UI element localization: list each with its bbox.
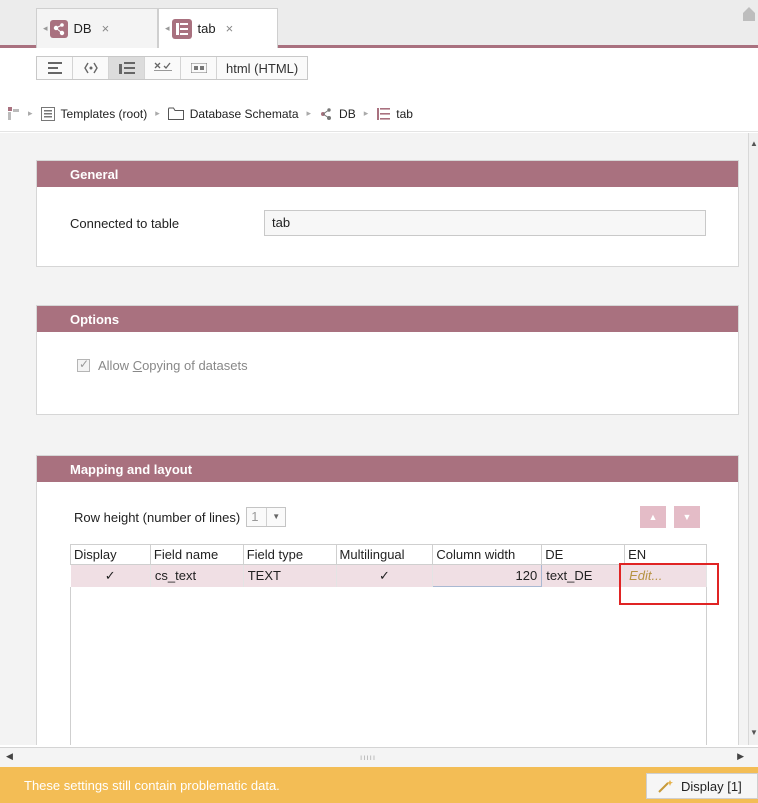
close-icon[interactable]: × [226, 21, 234, 36]
breadcrumb: ▸ Templates (root) ▸ Database Schemata ▸… [0, 96, 758, 132]
close-icon[interactable]: × [102, 21, 110, 36]
row-height-select[interactable]: 1 ▼ [246, 507, 287, 527]
field-name-cell: cs_text [150, 564, 244, 587]
breadcrumb-label: tab [396, 106, 413, 121]
checks-view-icon [153, 62, 172, 71]
chevron-right-icon: ▸ [306, 108, 312, 118]
arrow-down-icon: ▼ [682, 512, 692, 522]
allow-copying-label: Allow Copying of datasets [98, 358, 248, 373]
table-row[interactable]: ✓ cs_text TEXT ✓ 120 text_DE Edit... [70, 564, 707, 587]
panel-title: Options [37, 306, 738, 332]
de-label-cell[interactable]: text_DE [541, 564, 626, 587]
checkmark-icon: ✓ [79, 357, 90, 371]
row-height-control: Row height (number of lines) 1 ▼ [74, 507, 287, 527]
breadcrumb-label: Templates (root) [60, 106, 148, 121]
column-header-multilingual[interactable]: Multilingual [335, 544, 434, 565]
move-down-button[interactable]: ▼ [674, 506, 700, 528]
breadcrumb-item-database-schemata[interactable]: Database Schemata [167, 106, 299, 121]
column-header-en[interactable]: EN [624, 544, 707, 565]
display-checkbox[interactable]: ✓ [70, 564, 151, 587]
allow-copying-checkbox[interactable]: ✓ [77, 357, 90, 372]
tab-nav-left-icon: ◂ [165, 23, 170, 33]
scroll-grip-icon[interactable]: ııııı [360, 753, 376, 762]
row-height-label: Row height (number of lines) [74, 509, 241, 525]
view-toolbar: html (HTML) [36, 56, 309, 80]
column-header-column-width[interactable]: Column width [432, 544, 543, 565]
list-view-icon [47, 62, 62, 74]
tab-bar: ◂ DB × ◂ tab × [0, 0, 758, 48]
preview-view-icon [190, 63, 207, 73]
chevron-right-icon: ▸ [28, 108, 33, 118]
view-list-button[interactable] [37, 57, 73, 79]
table-empty-area [70, 586, 707, 745]
connected-table-label: Connected to table [70, 215, 180, 231]
move-up-button[interactable]: ▲ [640, 506, 666, 528]
chevron-down-icon[interactable]: ▼ [267, 508, 285, 526]
breadcrumb-root-icon[interactable] [8, 106, 20, 121]
breadcrumb-label: DB [339, 106, 356, 121]
connected-table-row: Connected to table tab [70, 210, 706, 236]
tab-nav-left-icon: ◂ [43, 23, 48, 33]
arrow-up-icon: ▲ [648, 512, 658, 522]
view-structure-button[interactable] [73, 57, 109, 79]
row-height-value: 1 [247, 508, 268, 526]
breadcrumb-label: Database Schemata [189, 106, 299, 121]
breadcrumb-item-templates[interactable]: Templates (root) [40, 106, 148, 121]
multilingual-checkbox[interactable]: ✓ [336, 564, 434, 587]
scroll-left-icon[interactable]: ◀ [6, 751, 13, 762]
general-panel: General Connected to table tab [36, 160, 739, 267]
folder-icon [167, 107, 184, 120]
tab-db-label: DB [73, 21, 92, 36]
column-header-field-type[interactable]: Field type [242, 544, 337, 565]
field-type-cell: TEXT [243, 564, 337, 587]
view-html-button[interactable]: html (HTML) [217, 57, 307, 79]
column-header-de[interactable]: DE [541, 544, 626, 565]
options-panel: Options ✓ Allow Copying of datasets [36, 305, 739, 415]
connected-table-field[interactable]: tab [264, 210, 706, 236]
table-empty-cell [70, 586, 707, 745]
status-bar: These settings still contain problematic… [0, 767, 758, 803]
scroll-up-icon[interactable]: ▲ [750, 139, 758, 148]
table-header-row: Display Field name Field type Multilingu… [70, 544, 707, 565]
chevron-right-icon: ▸ [155, 108, 160, 118]
tab-db[interactable]: ◂ DB × [36, 8, 158, 48]
structure-view-icon [83, 62, 98, 74]
vertical-scrollbar[interactable]: ▲ ▼ [748, 133, 758, 745]
column-header-display[interactable]: Display [70, 544, 151, 565]
table-icon [377, 107, 391, 120]
panel-title: Mapping and layout [37, 456, 738, 482]
status-message: These settings still contain problematic… [24, 778, 280, 793]
breadcrumb-item-tab[interactable]: tab [376, 107, 413, 121]
tab-tab[interactable]: ◂ tab × [158, 8, 278, 48]
wand-icon [658, 780, 673, 793]
db-icon [49, 19, 68, 38]
scroll-right-icon[interactable]: ▶ [737, 751, 744, 762]
home-icon[interactable] [742, 6, 756, 22]
mapping-table: Display Field name Field type Multilingu… [70, 544, 707, 745]
allow-copying-option[interactable]: ✓ Allow Copying of datasets [77, 357, 248, 373]
templates-icon [40, 106, 55, 121]
horizontal-scrollbar[interactable]: ◀ ııııı ▶ [0, 747, 758, 767]
form-content: General Connected to table tab Options ✓… [0, 133, 748, 745]
edit-cell-highlight [619, 563, 719, 605]
table-tab-icon [171, 18, 192, 39]
form-view-icon [118, 62, 135, 74]
panel-title: General [37, 161, 738, 187]
view-preview-button[interactable] [181, 57, 217, 79]
tab-tab-label: tab [197, 21, 216, 36]
display-problems-label: Display [1] [681, 778, 742, 794]
view-checks-button[interactable] [145, 57, 181, 79]
breadcrumb-item-db[interactable]: DB [319, 107, 356, 121]
scroll-down-icon[interactable]: ▼ [750, 728, 758, 737]
view-form-button[interactable] [109, 57, 145, 79]
column-width-input[interactable]: 120 [432, 564, 543, 587]
display-problems-button[interactable]: Display [1] [646, 773, 758, 799]
chevron-right-icon: ▸ [363, 108, 369, 118]
db-icon [321, 107, 332, 120]
column-header-field-name[interactable]: Field name [149, 544, 244, 565]
